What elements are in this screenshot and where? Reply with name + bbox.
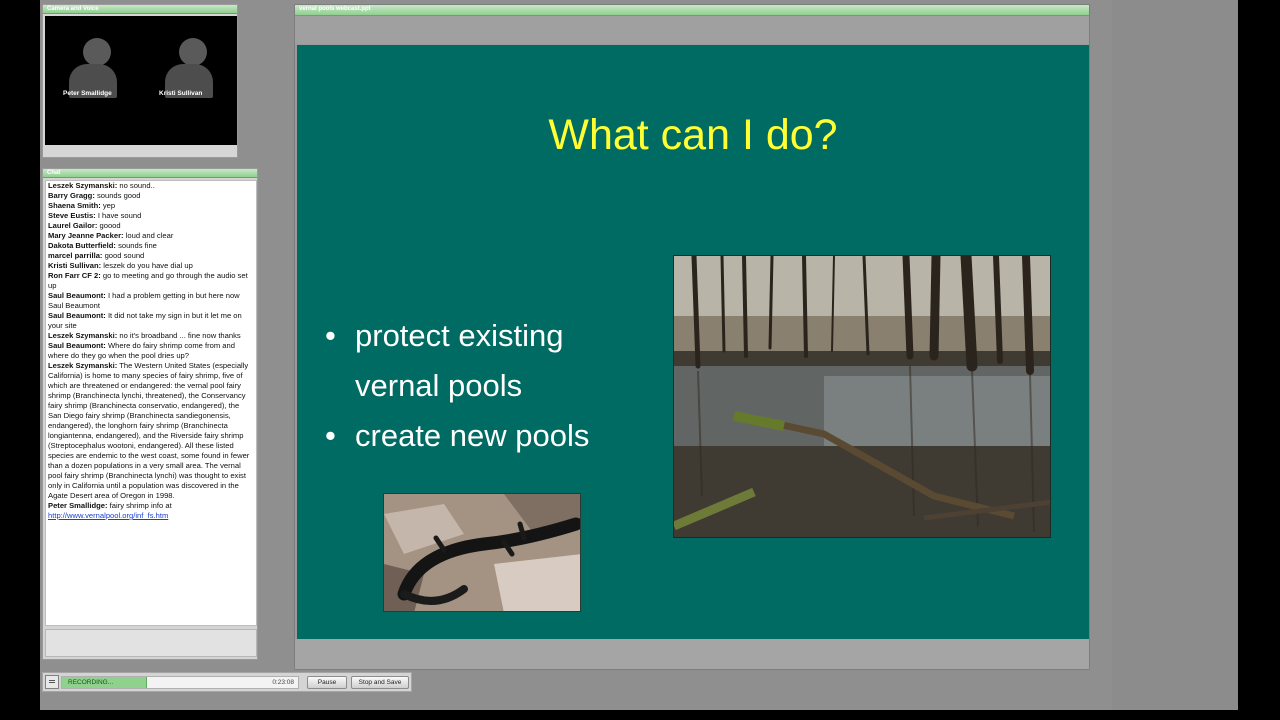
chat-sender: Leszek Szymanski: (48, 331, 118, 340)
chat-sender: Kristi Sullivan: (48, 261, 102, 270)
chat-sender: Dakota Butterfield: (48, 241, 116, 250)
share-pod-footer (295, 639, 1089, 669)
chat-text: yep (102, 201, 116, 210)
recording-progress: RECORDING... 0:23:08 (61, 676, 299, 689)
chat-text: no it's broadband ... fine now thanks (119, 331, 241, 340)
recording-status: RECORDING... (68, 679, 114, 686)
chat-sender: Saul Beaumont: (48, 341, 106, 350)
chat-message: Laurel Gailor: goood (48, 221, 254, 231)
chat-sender: Saul Beaumont: (48, 291, 106, 300)
slide-title: What can I do? (548, 111, 838, 159)
share-pod-toolbar (295, 16, 1089, 44)
bullet-text: vernal pools (355, 368, 523, 403)
chat-message: Ron Farr CF 2: go to meeting and go thro… (48, 271, 254, 291)
chat-sender: Leszek Szymanski: (48, 181, 118, 190)
menu-icon[interactable] (45, 675, 59, 689)
chat-sender: Ron Farr CF 2: (48, 271, 101, 280)
chat-message: Leszek Szymanski: no sound.. (48, 181, 254, 191)
bullet-text: protect existing (355, 318, 564, 353)
chat-sender: Shaena Smith: (48, 201, 101, 210)
stop-and-save-button[interactable]: Stop and Save (351, 676, 409, 689)
chat-text: fairy shrimp info at (109, 501, 172, 510)
chat-message: Mary Jeanne Packer: loud and clear (48, 231, 254, 241)
chat-text: good sound (104, 251, 145, 260)
share-pod: vernal pools webcast.ppt What can I do? … (294, 4, 1090, 670)
chat-message: Shaena Smith: yep (48, 201, 254, 211)
camera-pod-title[interactable]: Camera and Voice (43, 5, 237, 14)
slide-bullet: • create new pools (325, 411, 589, 461)
chat-message: Leszek Szymanski: The Western United Sta… (48, 361, 254, 501)
right-gutter (1112, 0, 1238, 710)
chat-sender: Leszek Szymanski: (48, 361, 118, 370)
chat-message: Peter Smallidge: fairy shrimp info at (48, 501, 254, 511)
chat-sender: Laurel Gailor: (48, 221, 98, 230)
chat-message: Saul Beaumont: It did not take my sign i… (48, 311, 254, 331)
participant-silhouette-icon (83, 38, 111, 66)
slide-bullet-continuation: vernal pools (325, 361, 522, 411)
pause-button[interactable]: Pause (307, 676, 347, 689)
chat-sender: Barry Gragg: (48, 191, 95, 200)
chat-text: leszek do you have dial up (103, 261, 193, 270)
bullet-text: create new pools (355, 418, 590, 453)
chat-message: marcel parrilla: good sound (48, 251, 254, 261)
screen: Camera and Voice Peter Smallidge Kristi … (0, 0, 1280, 720)
recording-bar: RECORDING... 0:23:08 Pause Stop and Save (42, 672, 412, 692)
chat-link[interactable]: http://www.vernalpool.org/inf_fs.htm (48, 511, 254, 521)
chat-message: Leszek Szymanski: no it's broadband ... … (48, 331, 254, 341)
salamander-photo (383, 493, 581, 612)
chat-text: no sound.. (119, 181, 155, 190)
chat-text: goood (99, 221, 121, 230)
recording-elapsed-time: 0:23:08 (272, 679, 294, 686)
camera-area: Peter Smallidge Kristi Sullivan (45, 16, 237, 145)
chat-message: Kristi Sullivan: leszek do you have dial… (48, 261, 254, 271)
chat-sender: Saul Beaumont: (48, 311, 106, 320)
chat-message-list[interactable]: Leszek Szymanski: no sound.. Barry Gragg:… (45, 180, 257, 626)
chat-message: Steve Eustis: I have sound (48, 211, 254, 221)
camera-voice-pod: Camera and Voice Peter Smallidge Kristi … (42, 4, 238, 158)
chat-pod: Chat Leszek Szymanski: no sound.. Barry G… (42, 168, 258, 660)
chat-text: loud and clear (125, 231, 174, 240)
vernal-pool-photo (673, 255, 1051, 538)
chat-input[interactable] (45, 629, 257, 657)
chat-sender: Steve Eustis: (48, 211, 96, 220)
share-pod-title[interactable]: vernal pools webcast.ppt (295, 5, 1089, 16)
chat-sender: marcel parrilla: (48, 251, 103, 260)
chat-sender: Peter Smallidge: (48, 501, 108, 510)
chat-text: The Western United States (especially Ca… (48, 361, 250, 500)
chat-message: Dakota Butterfield: sounds fine (48, 241, 254, 251)
bullet-marker: • (325, 418, 336, 453)
chat-text: I have sound (97, 211, 142, 220)
chat-pod-title[interactable]: Chat (43, 169, 257, 178)
presentation-slide: What can I do? • protect existing vernal … (297, 45, 1089, 639)
chat-text: sounds fine (118, 241, 157, 250)
participant-name: Kristi Sullivan (159, 90, 203, 97)
chat-sender: Mary Jeanne Packer: (48, 231, 124, 240)
chat-text: sounds good (96, 191, 141, 200)
bullet-marker: • (325, 318, 336, 353)
chat-message: Saul Beaumont: I had a problem getting i… (48, 291, 254, 311)
slide-bullet: • protect existing (325, 311, 564, 361)
chat-message: Saul Beaumont: Where do fairy shrimp com… (48, 341, 254, 361)
chat-message: Barry Gragg: sounds good (48, 191, 254, 201)
participant-silhouette-icon (179, 38, 207, 66)
